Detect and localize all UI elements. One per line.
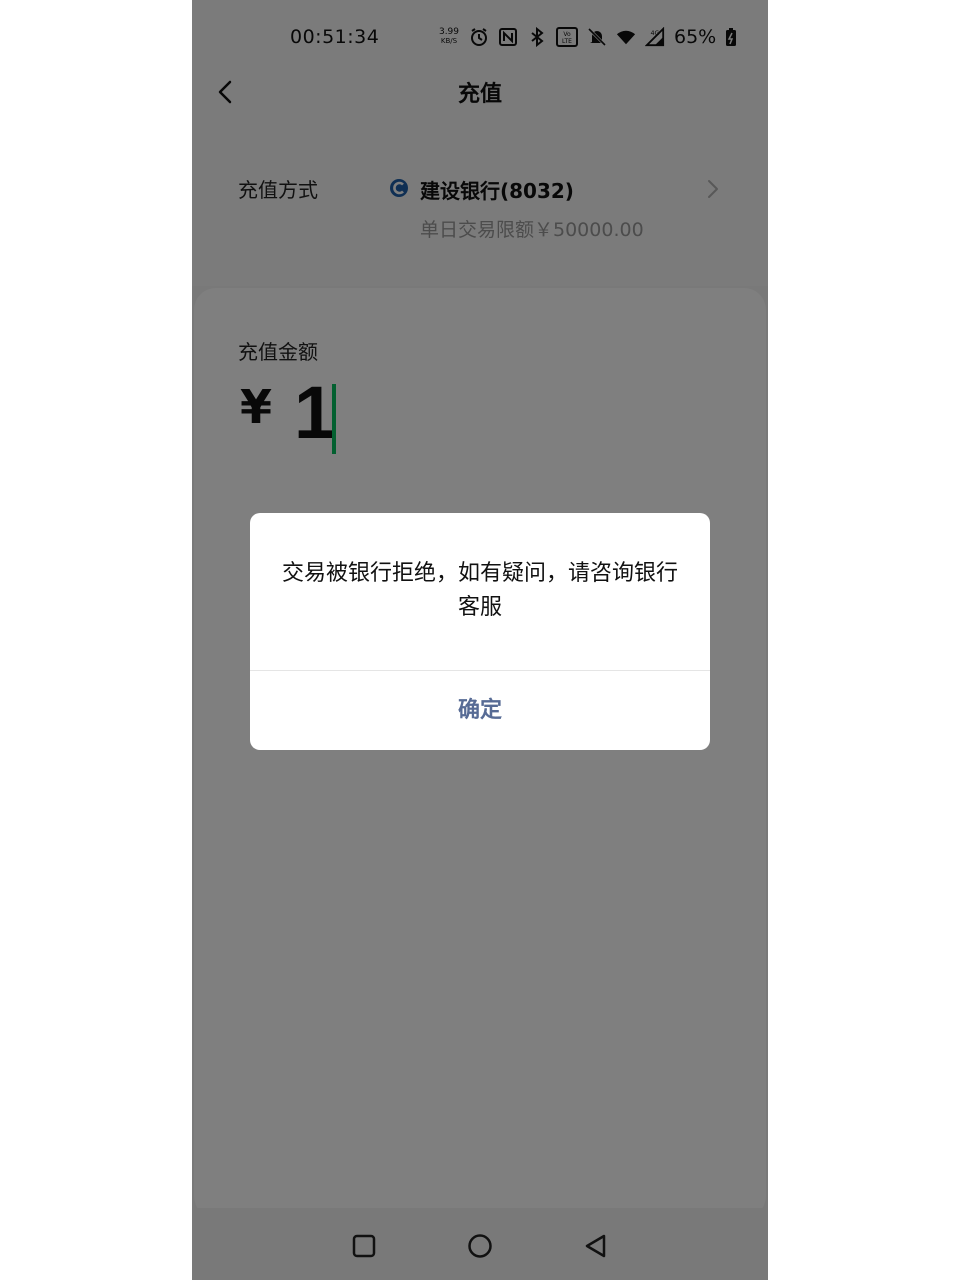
phone-screen: 00:51:34 3.99 KB/S VoLTE [192,0,768,1280]
dialog-message: 交易被银行拒绝，如有疑问，请咨询银行客服 [281,561,678,620]
alert-dialog: 交易被银行拒绝，如有疑问，请咨询银行客服 确定 [250,513,710,750]
modal-overlay: 交易被银行拒绝，如有疑问，请咨询银行客服 确定 [192,0,768,1280]
confirm-button[interactable]: 确定 [250,671,710,750]
